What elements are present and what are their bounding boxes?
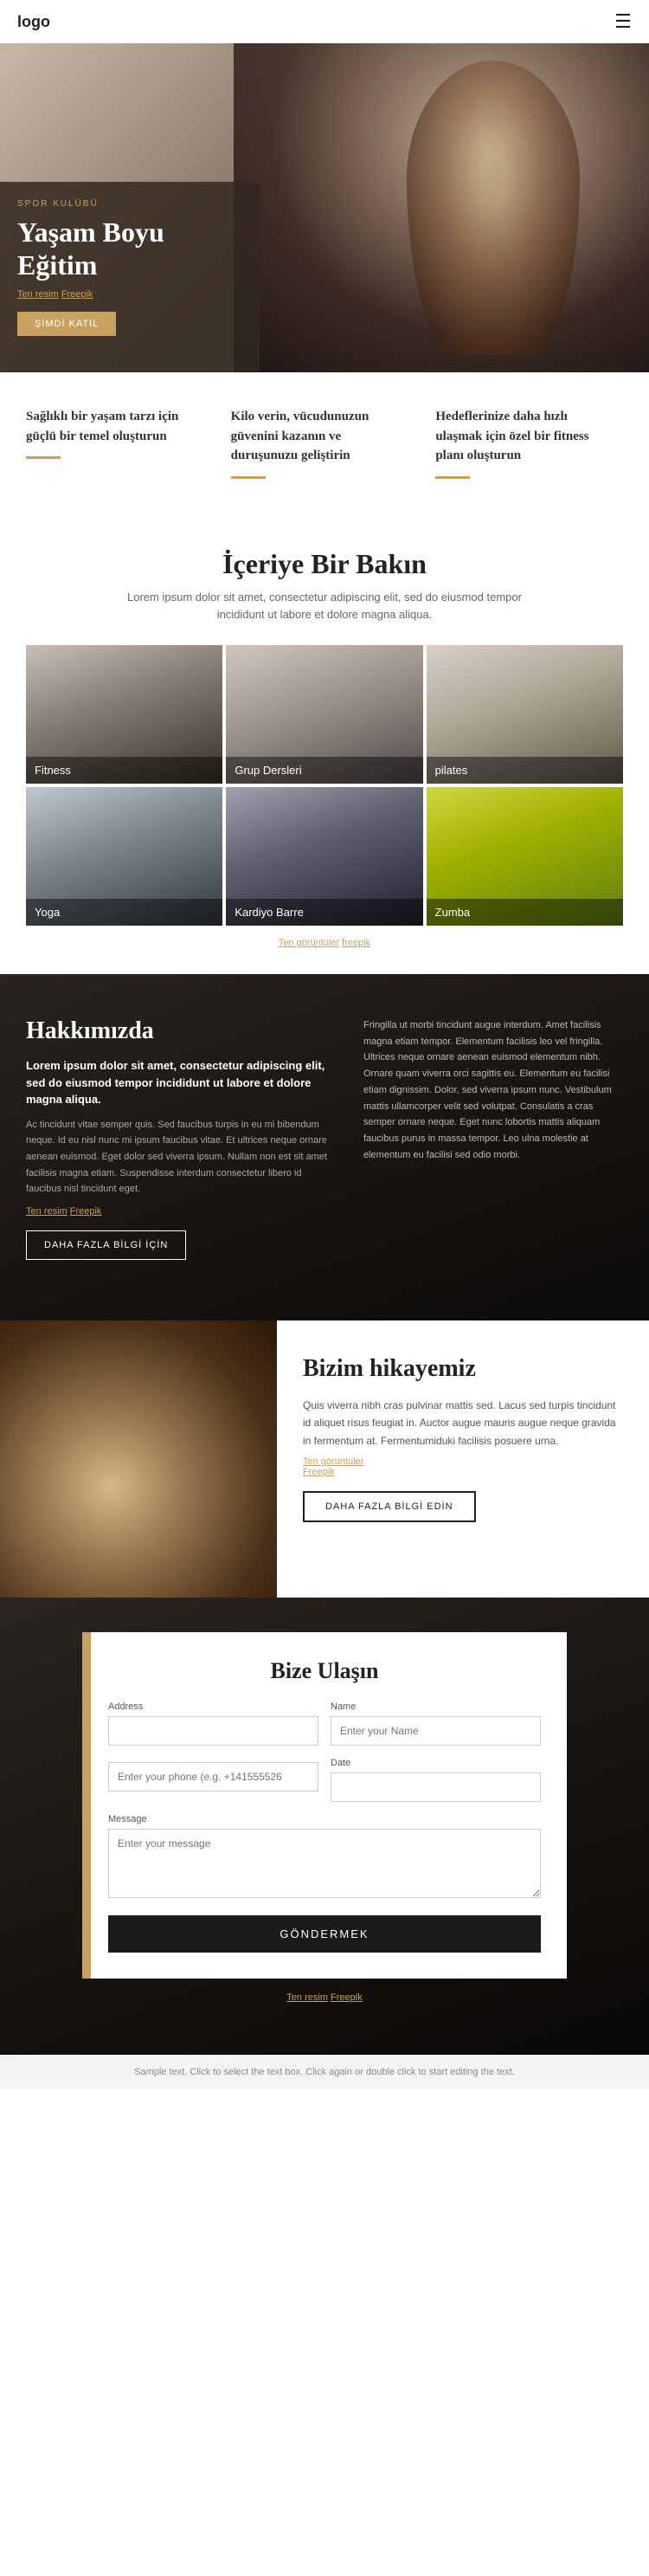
about-section: Hakkımızda Lorem ipsum dolor sit amet, c…: [0, 974, 649, 1320]
name-label: Name: [331, 1701, 541, 1712]
feature-2-text: Kilo verin, vücudunuzun güvenini kazanın…: [231, 407, 410, 466]
story-image: [0, 1320, 277, 1598]
story-more-button[interactable]: DAHA FAZLA BİLGİ EDİN: [303, 1491, 476, 1522]
orange-accent: [82, 1632, 91, 1979]
about-right: Fringilla ut morbi tincidunt augue inter…: [363, 1017, 623, 1260]
gallery-item-kardiyo-label: Kardiyo Barre: [226, 899, 422, 926]
gallery-item-yoga[interactable]: Yoga: [26, 787, 222, 926]
features-section: Sağlıklı bir yaşam tarzı için güçlü bir …: [0, 372, 649, 513]
story-title: Bizim hikayemiz: [303, 1355, 623, 1383]
message-group: Message: [108, 1814, 541, 1898]
submit-button[interactable]: GÖNDERMEK: [108, 1915, 541, 1953]
name-group: Name: [331, 1701, 541, 1746]
gallery-item-fitness-label: Fitness: [26, 757, 222, 784]
gallery-item-yoga-label: Yoga: [26, 899, 222, 926]
address-input[interactable]: [108, 1716, 318, 1746]
logo: logo: [17, 13, 50, 31]
phone-input[interactable]: [108, 1762, 318, 1792]
contact-row-2: Date: [108, 1758, 541, 1802]
about-left: Hakkımızda Lorem ipsum dolor sit amet, c…: [26, 1017, 337, 1260]
about-content: Hakkımızda Lorem ipsum dolor sit amet, c…: [0, 974, 649, 1303]
gallery-grid: Fitness Grup Dersleri pilates Yoga Kardi…: [26, 645, 623, 926]
footer-note: Sample text. Click to select the text bo…: [0, 2055, 649, 2089]
name-input[interactable]: [331, 1716, 541, 1746]
feature-2-border: [231, 476, 266, 479]
gallery-item-group[interactable]: Grup Dersleri: [226, 645, 422, 784]
story-image-inner: [0, 1320, 277, 1598]
hero-join-button[interactable]: ŞİMDİ KATIL: [17, 312, 116, 336]
hero-section: SPOR KULÜBÜ Yaşam BoyuEğitim Ten resim F…: [0, 43, 649, 372]
gallery-item-pilates-label: pilates: [427, 757, 623, 784]
hamburger-menu-icon[interactable]: ☰: [614, 10, 632, 33]
hero-person-silhouette: [407, 61, 580, 355]
address-label: Address: [108, 1701, 318, 1712]
story-text: Quis viverra nibh cras pulvinar mattis s…: [303, 1397, 623, 1449]
gallery-source: Ten görüntüler freepik: [26, 938, 623, 948]
about-subtitle: Lorem ipsum dolor sit amet, consectetur …: [26, 1057, 337, 1108]
contact-title: Bize Ulaşın: [108, 1658, 541, 1684]
gallery-item-kardiyo[interactable]: Kardiyo Barre: [226, 787, 422, 926]
feature-2: Kilo verin, vücudunuzun güvenini kazanın…: [231, 407, 419, 479]
feature-3: Hedeflerinize daha hızlı ulaşmak için öz…: [435, 407, 623, 479]
feature-3-text: Hedeflerinize daha hızlı ulaşmak için öz…: [435, 407, 614, 466]
story-content: Bizim hikayemiz Quis viverra nibh cras p…: [277, 1320, 649, 1598]
gallery-item-fitness[interactable]: Fitness: [26, 645, 222, 784]
date-input[interactable]: [331, 1772, 541, 1802]
feature-1-border: [26, 456, 61, 459]
address-group: Address: [108, 1701, 318, 1746]
about-more-button[interactable]: DAHA FAZLA BİLGİ İÇİN: [26, 1230, 186, 1260]
date-label: Date: [331, 1758, 541, 1768]
gallery-item-group-label: Grup Dersleri: [226, 757, 422, 784]
message-label: Message: [108, 1814, 541, 1824]
feature-1: Sağlıklı bir yaşam tarzı için güçlü bir …: [26, 407, 214, 479]
message-input[interactable]: [108, 1829, 541, 1898]
story-section: Bizim hikayemiz Quis viverra nibh cras p…: [0, 1320, 649, 1598]
phone-group: [108, 1758, 318, 1802]
gallery-item-zumba[interactable]: Zumba: [427, 787, 623, 926]
gallery-title: İçeriye Bir Bakın: [26, 548, 623, 580]
date-group: Date: [331, 1758, 541, 1802]
gallery-item-zumba-label: Zumba: [427, 899, 623, 926]
feature-3-border: [435, 476, 470, 479]
contact-form-wrapper: Bize Ulaşın Address Name Date Messa: [82, 1632, 567, 1979]
about-source: Ten resim Freepik: [26, 1206, 337, 1217]
contact-source: Ten resim Freepik: [286, 1992, 362, 2003]
gallery-section: İçeriye Bir Bakın Lorem ipsum dolor sit …: [0, 513, 649, 975]
contact-row-1: Address Name: [108, 1701, 541, 1746]
hero-subtitle: SPOR KULÜBÜ: [17, 199, 242, 209]
about-text: Ac tincidunt vitae semper quis. Sed fauc…: [26, 1117, 337, 1198]
gallery-description: Lorem ipsum dolor sit amet, consectetur …: [108, 589, 541, 625]
contact-section: Bize Ulaşın Address Name Date Messa: [0, 1598, 649, 2055]
about-title: Hakkımızda: [26, 1017, 337, 1045]
header: logo ☰: [0, 0, 649, 43]
feature-1-text: Sağlıklı bir yaşam tarzı için güçlü bir …: [26, 407, 205, 446]
story-source: Ten görüntüler Freepik: [303, 1456, 623, 1477]
hero-image-credit: Ten resim Freepik: [17, 289, 242, 300]
hero-title: Yaşam BoyuEğitim: [17, 216, 242, 282]
hero-overlay: SPOR KULÜBÜ Yaşam BoyuEğitim Ten resim F…: [0, 182, 260, 372]
about-right-text: Fringilla ut morbi tincidunt augue inter…: [363, 1017, 623, 1163]
contact-row-3: Message: [108, 1814, 541, 1898]
gallery-item-pilates[interactable]: pilates: [427, 645, 623, 784]
